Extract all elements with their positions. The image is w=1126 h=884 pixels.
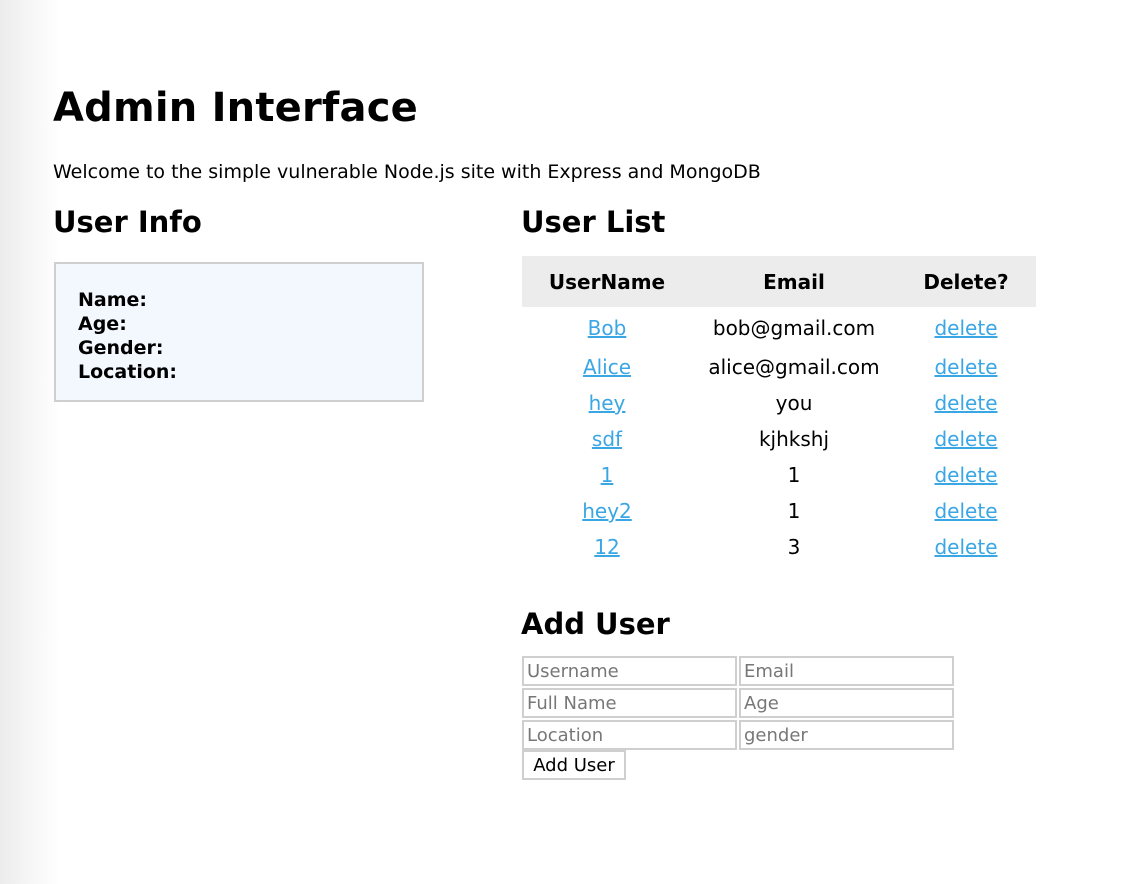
delete-cell: delete xyxy=(896,349,1036,385)
email-cell: you xyxy=(775,391,813,415)
delete-link[interactable]: delete xyxy=(934,463,997,487)
username-link[interactable]: 12 xyxy=(594,535,619,559)
welcome-text: Welcome to the simple vulnerable Node.js… xyxy=(53,161,761,183)
add-user-button[interactable]: Add User xyxy=(522,750,626,780)
user-info-panel: Name: Age: Gender: Location: xyxy=(54,262,424,402)
gender-input[interactable] xyxy=(739,720,954,750)
column-header-username: UserName xyxy=(522,256,692,307)
username-input[interactable] xyxy=(522,656,737,686)
delete-link[interactable]: delete xyxy=(934,316,997,340)
delete-cell: delete xyxy=(896,421,1036,457)
table-row: 1 1 delete xyxy=(522,457,1036,493)
username-link[interactable]: Bob xyxy=(588,316,627,340)
table-row: 12 3 delete xyxy=(522,529,1036,565)
username-cell: sdf xyxy=(522,421,692,457)
username-link[interactable]: sdf xyxy=(592,427,622,451)
username-cell: hey2 xyxy=(522,493,692,529)
column-header-delete: Delete? xyxy=(896,256,1036,307)
username-link[interactable]: hey2 xyxy=(582,499,632,523)
form-row xyxy=(522,720,954,750)
user-list-heading: User List xyxy=(521,205,666,239)
info-name-label: Name: xyxy=(78,289,148,311)
form-row xyxy=(522,656,954,686)
username-link[interactable]: hey xyxy=(589,391,626,415)
username-cell: hey xyxy=(522,385,692,421)
delete-cell: delete xyxy=(896,307,1036,349)
delete-link[interactable]: delete xyxy=(934,391,997,415)
email-cell: bob@gmail.com xyxy=(712,316,876,340)
email-input[interactable] xyxy=(739,656,954,686)
table-row: hey you delete xyxy=(522,385,1036,421)
delete-link[interactable]: delete xyxy=(934,535,997,559)
info-gender-label: Gender: xyxy=(78,337,164,359)
table-row: Alice alice@gmail.com delete xyxy=(522,349,1036,385)
form-row xyxy=(522,688,954,718)
username-cell: Alice xyxy=(522,349,692,385)
add-user-heading: Add User xyxy=(521,607,670,641)
delete-cell: delete xyxy=(896,385,1036,421)
table-row: Bob bob@gmail.com delete xyxy=(522,307,1036,349)
email-cell: kjhkshj xyxy=(758,427,830,451)
delete-link[interactable]: delete xyxy=(934,499,997,523)
delete-link[interactable]: delete xyxy=(934,427,997,451)
table-row: hey2 1 delete xyxy=(522,493,1036,529)
delete-cell: delete xyxy=(896,457,1036,493)
delete-cell: delete xyxy=(896,493,1036,529)
email-cell: 3 xyxy=(787,535,801,559)
user-table-header: UserName Email Delete? xyxy=(522,256,1036,307)
column-header-email: Email xyxy=(692,256,896,307)
table-row: sdf kjhkshj delete xyxy=(522,421,1036,457)
add-user-form: Add User xyxy=(522,656,954,780)
email-cell: 1 xyxy=(787,499,801,523)
email-cell: alice@gmail.com xyxy=(708,355,880,379)
delete-cell: delete xyxy=(896,529,1036,565)
age-input[interactable] xyxy=(739,688,954,718)
username-link[interactable]: Alice xyxy=(583,355,631,379)
location-input[interactable] xyxy=(522,720,737,750)
user-info-heading: User Info xyxy=(53,205,202,239)
delete-link[interactable]: delete xyxy=(934,355,997,379)
username-link[interactable]: 1 xyxy=(601,463,614,487)
info-age-label: Age: xyxy=(78,313,127,335)
username-cell: 12 xyxy=(522,529,692,565)
info-location-label: Location: xyxy=(78,361,178,383)
user-table-body: Bob bob@gmail.com delete Alice alice@gma… xyxy=(522,307,1036,565)
full-name-input[interactable] xyxy=(522,688,737,718)
email-cell: 1 xyxy=(787,463,801,487)
username-cell: 1 xyxy=(522,457,692,493)
table-header-row: UserName Email Delete? xyxy=(522,256,1036,307)
username-cell: Bob xyxy=(522,307,692,349)
page-title: Admin Interface xyxy=(53,85,418,131)
user-table: UserName Email Delete? Bob bob@gmail.com… xyxy=(522,256,1036,565)
